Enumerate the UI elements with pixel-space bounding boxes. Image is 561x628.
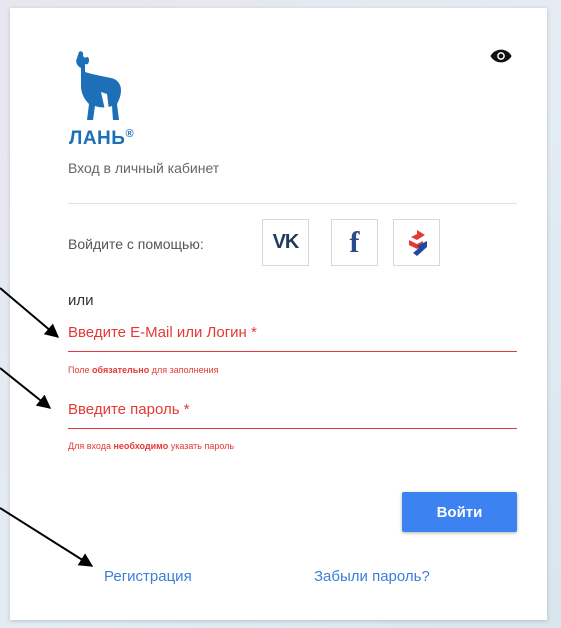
password-field[interactable]: Введите пароль *	[68, 401, 190, 418]
password-field-underline	[68, 428, 517, 429]
logo-text: ЛАНЬ®	[69, 128, 135, 149]
facebook-login-button[interactable]: f	[331, 219, 378, 266]
email-field[interactable]: Введите E-Mail или Логин *	[68, 324, 257, 341]
page-subtitle: Вход в личный кабинет	[68, 160, 220, 176]
login-button[interactable]: Войти	[402, 492, 517, 532]
lan-logo: ЛАНЬ®	[67, 48, 135, 152]
email-field-underline	[68, 351, 517, 352]
gosuslugi-icon	[408, 229, 427, 256]
vk-login-button[interactable]: VK	[262, 219, 309, 266]
gosuslugi-login-button[interactable]	[393, 219, 440, 266]
or-separator: или	[68, 292, 94, 309]
vk-icon: VK	[272, 231, 300, 253]
forgot-password-link[interactable]: Забыли пароль?	[314, 568, 430, 585]
email-error-hint: Поле обязательно для заполнения	[68, 365, 219, 375]
register-link[interactable]: Регистрация	[104, 568, 192, 585]
social-login-label: Войдите с помощью:	[68, 236, 204, 252]
login-card: ЛАНЬ® Вход в личный кабинет Войдите с по…	[10, 8, 547, 620]
password-error-hint: Для входа необходимо указать пароль	[68, 441, 235, 451]
registered-mark: ®	[125, 128, 135, 140]
deer-logo-icon	[76, 51, 121, 120]
divider	[68, 203, 517, 204]
facebook-icon: f	[349, 225, 360, 259]
eye-icon[interactable]	[490, 48, 512, 64]
